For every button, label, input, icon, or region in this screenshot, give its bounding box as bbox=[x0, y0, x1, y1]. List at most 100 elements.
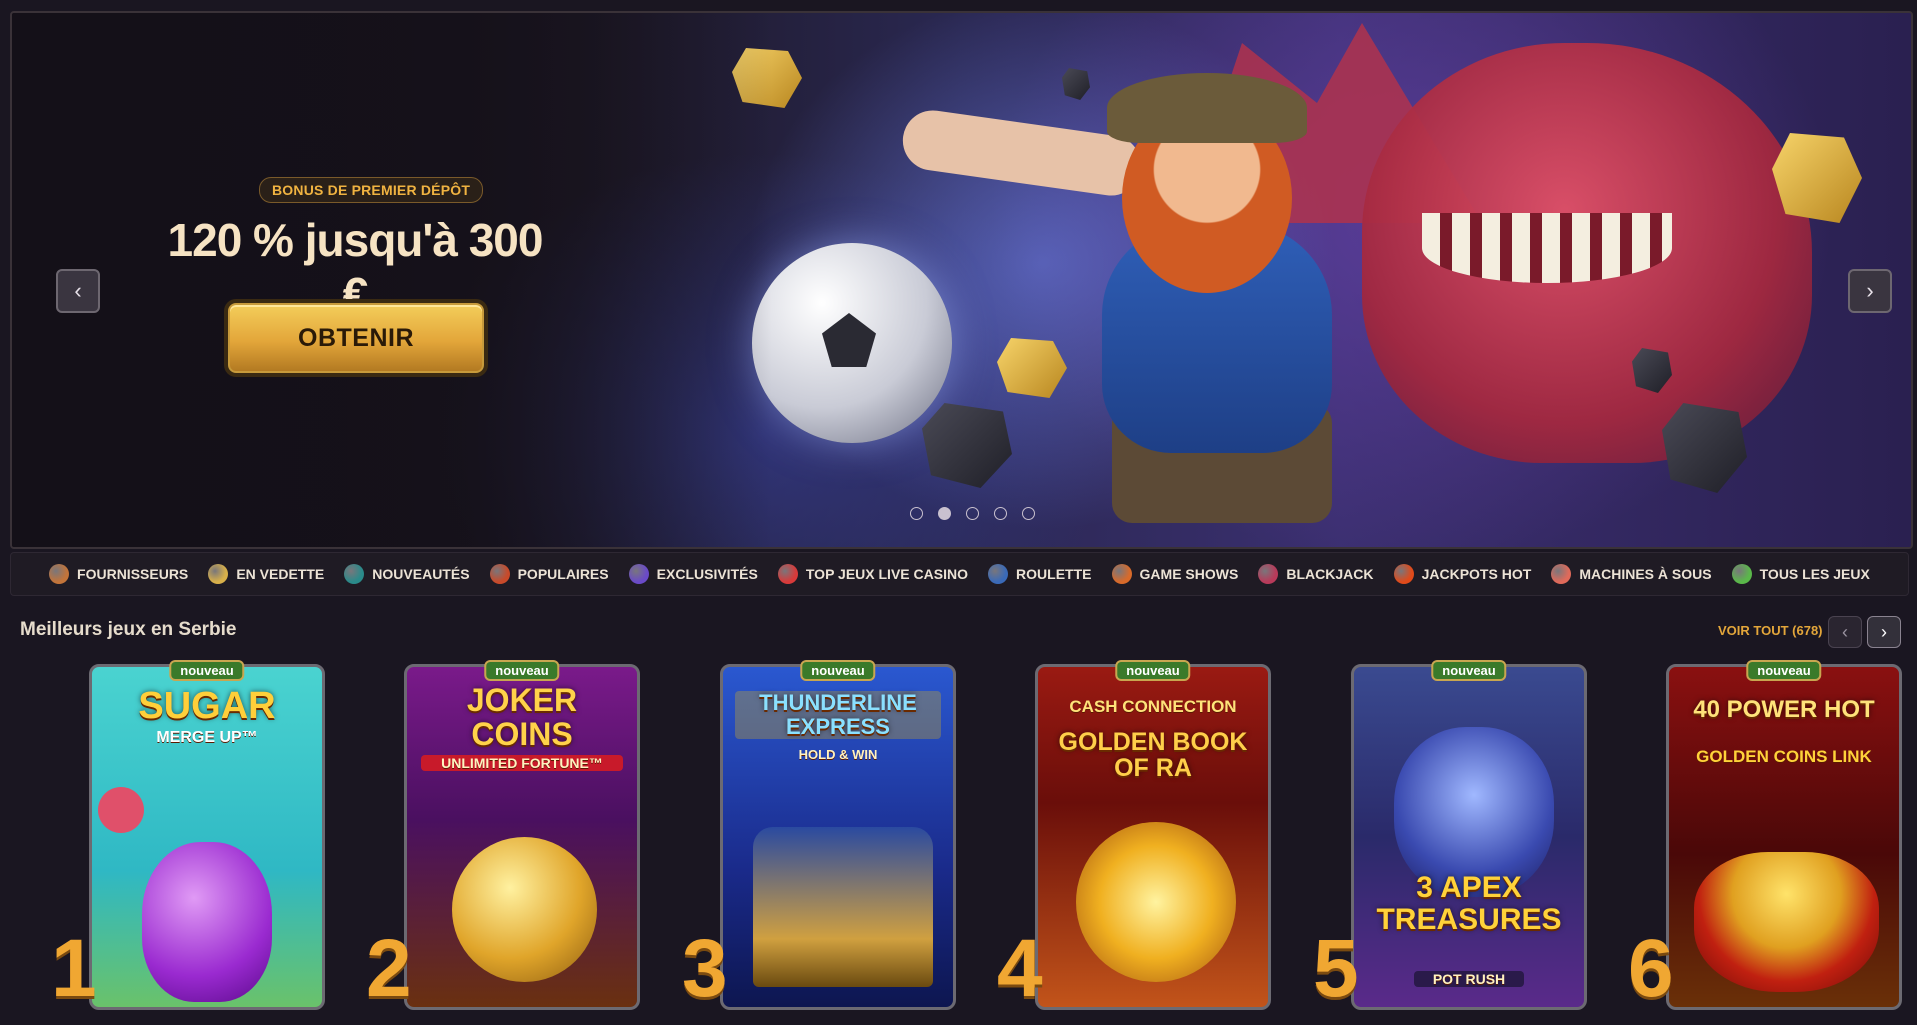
slot-machine-icon bbox=[1551, 564, 1572, 584]
carousel-dot[interactable] bbox=[994, 507, 1007, 520]
category-label: NOUVEAUTÉS bbox=[372, 566, 470, 582]
chevron-right-icon: › bbox=[1881, 621, 1887, 642]
crystal-icon bbox=[628, 564, 649, 584]
cards-icon bbox=[1258, 564, 1279, 584]
category-label: BLACKJACK bbox=[1286, 566, 1374, 582]
category-label: MACHINES À SOUS bbox=[1579, 566, 1712, 582]
category-exclusivités[interactable]: EXCLUSIVITÉS bbox=[628, 564, 758, 584]
game-subtitle: GOLDEN COINS LINK bbox=[1696, 747, 1872, 766]
carousel-dots bbox=[910, 507, 1035, 520]
gold-nugget-art bbox=[997, 338, 1067, 398]
category-label: TOP JEUX LIVE CASINO bbox=[805, 566, 968, 582]
fire-icon bbox=[489, 564, 510, 584]
obtain-button[interactable]: OBTENIR bbox=[228, 303, 484, 373]
all-games-icon bbox=[1731, 564, 1752, 584]
category-label: GAME SHOWS bbox=[1139, 566, 1239, 582]
game-subtitle: HOLD & WIN bbox=[798, 747, 878, 762]
bonus-tag: BONUS DE PREMIER DÉPÔT bbox=[259, 177, 484, 203]
game-card[interactable]: nouveau 40 POWER HOT GOLDEN COINS LINK 6 bbox=[1628, 660, 1902, 1010]
category-label: ROULETTE bbox=[1016, 566, 1092, 582]
chevron-right-icon: › bbox=[1866, 278, 1874, 303]
category-machines-à-sous[interactable]: MACHINES À SOUS bbox=[1551, 564, 1712, 584]
games-next-button[interactable]: › bbox=[1867, 616, 1901, 648]
category-tous-les-jeux[interactable]: TOUS LES JEUX bbox=[1731, 564, 1870, 584]
promo-banner: BONUS DE PREMIER DÉPÔT 120 % jusqu'à 300… bbox=[10, 11, 1913, 549]
dwarf-hat-art bbox=[1107, 73, 1307, 143]
category-jackpots-hot[interactable]: JACKPOTS HOT bbox=[1393, 564, 1532, 584]
category-top-jeux-live-casino[interactable]: TOP JEUX LIVE CASINO bbox=[777, 564, 968, 584]
new-badge: nouveau bbox=[1431, 660, 1507, 681]
new-badge: nouveau bbox=[484, 660, 560, 681]
category-label: EN VEDETTE bbox=[236, 566, 325, 582]
live-chip-icon bbox=[777, 564, 798, 584]
category-label: EXCLUSIVITÉS bbox=[656, 566, 758, 582]
rank-number: 2 bbox=[366, 923, 412, 1014]
category-game-shows[interactable]: GAME SHOWS bbox=[1111, 564, 1239, 584]
category-bar: FOURNISSEURS EN VEDETTE NOUVEAUTÉS POPULAIR… bbox=[10, 552, 1909, 596]
rank-number: 3 bbox=[682, 923, 728, 1014]
candy-art bbox=[98, 787, 144, 833]
new-badge: nouveau bbox=[1115, 660, 1191, 681]
game-card[interactable]: nouveau 3 APEX TREASURES POT RUSH 5 bbox=[1313, 660, 1587, 1010]
game-card[interactable]: nouveau SUGAR MERGE UP™ 1 bbox=[51, 660, 325, 1010]
rock-art bbox=[922, 403, 1012, 488]
category-en-vedette[interactable]: EN VEDETTE bbox=[208, 564, 324, 584]
category-label: POPULAIRES bbox=[517, 566, 609, 582]
carousel-dot[interactable] bbox=[1022, 507, 1035, 520]
game-title: 40 POWER HOT bbox=[1693, 696, 1875, 723]
new-badge: nouveau bbox=[1746, 660, 1822, 681]
category-label: FOURNISSEURS bbox=[77, 566, 189, 582]
gem-icon bbox=[344, 564, 365, 584]
category-nouveautés[interactable]: NOUVEAUTÉS bbox=[344, 564, 470, 584]
providers-icon bbox=[49, 564, 70, 584]
game-subtitle: UNLIMITED FORTUNE™ bbox=[421, 755, 623, 771]
game-thumbnail[interactable]: 3 APEX TREASURES POT RUSH bbox=[1351, 664, 1587, 1010]
banner-next-button[interactable]: › bbox=[1848, 269, 1892, 313]
section-title: Meilleurs jeux en Serbie bbox=[20, 619, 237, 640]
rank-number: 6 bbox=[1628, 923, 1674, 1014]
chevron-left-icon: ‹ bbox=[1842, 621, 1848, 642]
new-badge: nouveau bbox=[800, 660, 876, 681]
banner-prev-button[interactable]: ‹ bbox=[56, 269, 100, 313]
category-blackjack[interactable]: BLACKJACK bbox=[1258, 564, 1374, 584]
star-icon bbox=[208, 564, 229, 584]
top-games-carousel: nouveau SUGAR MERGE UP™ 1 nouveau JOKER … bbox=[0, 660, 1917, 1025]
game-thumbnail[interactable]: THUNDERLINE EXPRESS HOLD & WIN bbox=[720, 664, 956, 1010]
game-card[interactable]: nouveau CASH CONNECTION GOLDEN BOOK OF R… bbox=[997, 660, 1271, 1010]
new-badge: nouveau bbox=[169, 660, 245, 681]
category-label: TOUS LES JEUX bbox=[1759, 566, 1870, 582]
game-title: JOKER COINS bbox=[466, 682, 578, 752]
game-thumbnail[interactable]: SUGAR MERGE UP™ bbox=[89, 664, 325, 1010]
carousel-dot[interactable] bbox=[910, 507, 923, 520]
game-thumbnail[interactable]: 40 POWER HOT GOLDEN COINS LINK bbox=[1666, 664, 1902, 1010]
dragon-teeth-art bbox=[1422, 213, 1672, 283]
pot-of-gold-art bbox=[1694, 852, 1879, 992]
game-card[interactable]: nouveau THUNDERLINE EXPRESS HOLD & WIN 3 bbox=[682, 660, 956, 1010]
game-thumbnail[interactable]: JOKER COINS UNLIMITED FORTUNE™ bbox=[404, 664, 640, 1010]
rank-number: 5 bbox=[1313, 923, 1359, 1014]
category-populaires[interactable]: POPULAIRES bbox=[489, 564, 609, 584]
game-title: SUGAR bbox=[138, 685, 276, 727]
game-thumbnail[interactable]: CASH CONNECTION GOLDEN BOOK OF RA bbox=[1035, 664, 1271, 1010]
gold-nugget-art bbox=[1772, 133, 1862, 223]
carousel-dot[interactable] bbox=[966, 507, 979, 520]
category-roulette[interactable]: ROULETTE bbox=[988, 564, 1091, 584]
games-prev-button[interactable]: ‹ bbox=[1828, 616, 1862, 648]
train-art bbox=[753, 827, 933, 987]
soccer-ball-art bbox=[752, 243, 952, 443]
game-card[interactable]: nouveau JOKER COINS UNLIMITED FORTUNE™ 2 bbox=[366, 660, 640, 1010]
category-fournisseurs[interactable]: FOURNISSEURS bbox=[49, 564, 188, 584]
see-all-link[interactable]: VOIR TOUT (678) bbox=[1718, 623, 1823, 638]
rock-art bbox=[1062, 68, 1090, 100]
carousel-dot-active[interactable] bbox=[938, 507, 951, 520]
gummy-bear-art bbox=[142, 842, 272, 1002]
game-title: GOLDEN BOOK OF RA bbox=[1058, 728, 1248, 782]
chevron-left-icon: ‹ bbox=[74, 278, 82, 303]
rank-number: 1 bbox=[51, 923, 97, 1014]
category-label: JACKPOTS HOT bbox=[1421, 566, 1532, 582]
game-subtitle: POT RUSH bbox=[1414, 971, 1524, 987]
roulette-icon bbox=[988, 564, 1009, 584]
rank-number: 4 bbox=[997, 923, 1043, 1014]
hot-icon bbox=[1393, 564, 1414, 584]
game-subtitle: MERGE UP™ bbox=[156, 729, 258, 746]
